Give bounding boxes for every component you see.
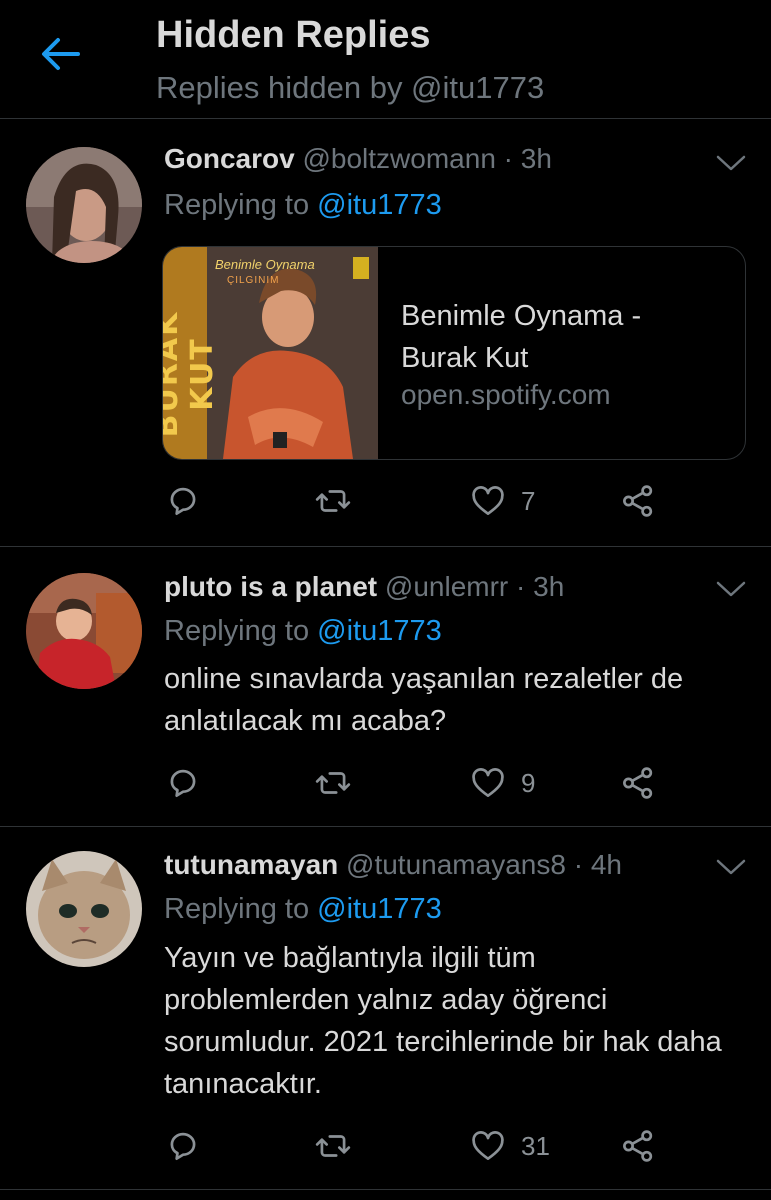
link-card[interactable]: BURAK KUT Benimle Oynama ÇILGINIM Beniml… — [162, 246, 746, 460]
page-subtitle: Replies hidden by @itu1773 — [156, 70, 545, 105]
tweet-text: Yayın ve bağlantıyla ilgili tüm probleml… — [164, 942, 722, 1100]
heart-icon — [472, 1131, 504, 1161]
replying-label: Replying to — [164, 189, 310, 221]
like-button[interactable]: 31 — [469, 1126, 550, 1166]
header: Hidden Replies Replies hidden by @itu177… — [0, 0, 771, 119]
replying-label: Replying to — [164, 615, 310, 647]
album-title-text: Benimle Oynama — [215, 257, 315, 272]
retweet-button[interactable] — [314, 481, 352, 521]
retweet-icon — [315, 772, 351, 794]
tweet-actions: 7 — [164, 481, 724, 521]
display-name[interactable]: tutunamayan — [164, 849, 338, 880]
timestamp[interactable]: 4h — [591, 849, 622, 880]
like-button[interactable]: 9 — [469, 763, 535, 803]
avatar-photo — [26, 573, 142, 689]
like-count: 9 — [521, 767, 536, 798]
separator-dot: · — [573, 849, 584, 880]
tweet[interactable]: tutunamayan @tutunamayans8 · 4h Replying… — [0, 827, 771, 1190]
back-button[interactable] — [38, 32, 82, 76]
avatar[interactable] — [26, 147, 142, 263]
retweet-icon — [315, 490, 351, 512]
page-title: Hidden Replies — [156, 14, 431, 56]
replying-to: Replying to @itu1773 — [164, 615, 442, 648]
avatar-photo — [26, 147, 142, 263]
tweet[interactable]: pluto is a planet @unlemrr · 3h Replying… — [0, 547, 771, 827]
heart-icon — [472, 486, 504, 516]
reply-button[interactable] — [164, 1126, 202, 1166]
tweet-header: Goncarov @boltzwomann · 3h — [164, 143, 552, 175]
user-handle[interactable]: @tutunamayans8 — [346, 849, 566, 880]
replying-to: Replying to @itu1773 — [164, 893, 442, 926]
reply-icon — [170, 769, 196, 798]
retweet-icon — [315, 1135, 351, 1157]
replying-to: Replying to @itu1773 — [164, 189, 442, 222]
reply-button[interactable] — [164, 763, 202, 803]
timestamp[interactable]: 3h — [521, 143, 552, 174]
replying-label: Replying to — [164, 893, 310, 925]
reply-button[interactable] — [164, 481, 202, 521]
tweet[interactable]: Goncarov @boltzwomann · 3h Replying to @… — [0, 119, 771, 547]
avatar[interactable] — [26, 573, 142, 689]
tweet-text: online sınavlarda yaşanılan rezaletler d… — [164, 663, 684, 737]
like-button[interactable]: 7 — [469, 481, 535, 521]
album-subtitle-text: ÇILGINIM — [227, 275, 280, 286]
mention-link[interactable]: @itu1773 — [317, 893, 442, 925]
separator-dot: · — [503, 143, 513, 174]
display-name[interactable]: pluto is a planet — [164, 571, 377, 602]
arrow-left-icon — [42, 38, 80, 70]
share-icon — [623, 485, 653, 517]
separator-dot: · — [516, 571, 526, 602]
avatar-photo — [26, 851, 142, 967]
tweet-actions: 9 — [164, 763, 724, 803]
album-cover: BURAK KUT Benimle Oynama ÇILGINIM — [163, 247, 378, 459]
chevron-down-icon[interactable] — [714, 577, 748, 601]
retweet-button[interactable] — [314, 763, 352, 803]
chevron-down-icon[interactable] — [714, 855, 748, 879]
mention-link[interactable]: @itu1773 — [317, 189, 442, 221]
like-count: 31 — [521, 1130, 550, 1161]
avatar[interactable] — [26, 851, 142, 967]
timestamp[interactable]: 3h — [533, 571, 564, 602]
retweet-button[interactable] — [314, 1126, 352, 1166]
mention-link[interactable]: @itu1773 — [317, 615, 442, 647]
user-handle[interactable]: @unlemrr — [385, 571, 508, 602]
share-button[interactable] — [619, 1126, 657, 1166]
share-button[interactable] — [619, 763, 657, 803]
album-artist-text: BURAK KUT — [162, 310, 220, 438]
display-name[interactable]: Goncarov — [164, 143, 295, 174]
user-handle[interactable]: @boltzwomann — [302, 143, 495, 174]
share-icon — [623, 767, 653, 799]
like-count: 7 — [521, 485, 536, 516]
card-title: Benimle Oynama - Burak Kut — [401, 300, 642, 374]
card-domain: open.spotify.com — [401, 379, 611, 410]
tweet-actions: 31 — [164, 1126, 724, 1166]
heart-icon — [472, 768, 504, 798]
tweet-header: pluto is a planet @unlemrr · 3h — [164, 571, 564, 603]
chevron-down-icon[interactable] — [714, 151, 748, 175]
tweet-header: tutunamayan @tutunamayans8 · 4h — [164, 849, 622, 881]
reply-icon — [170, 487, 196, 516]
reply-icon — [170, 1132, 196, 1161]
share-button[interactable] — [619, 481, 657, 521]
share-icon — [623, 1130, 653, 1162]
